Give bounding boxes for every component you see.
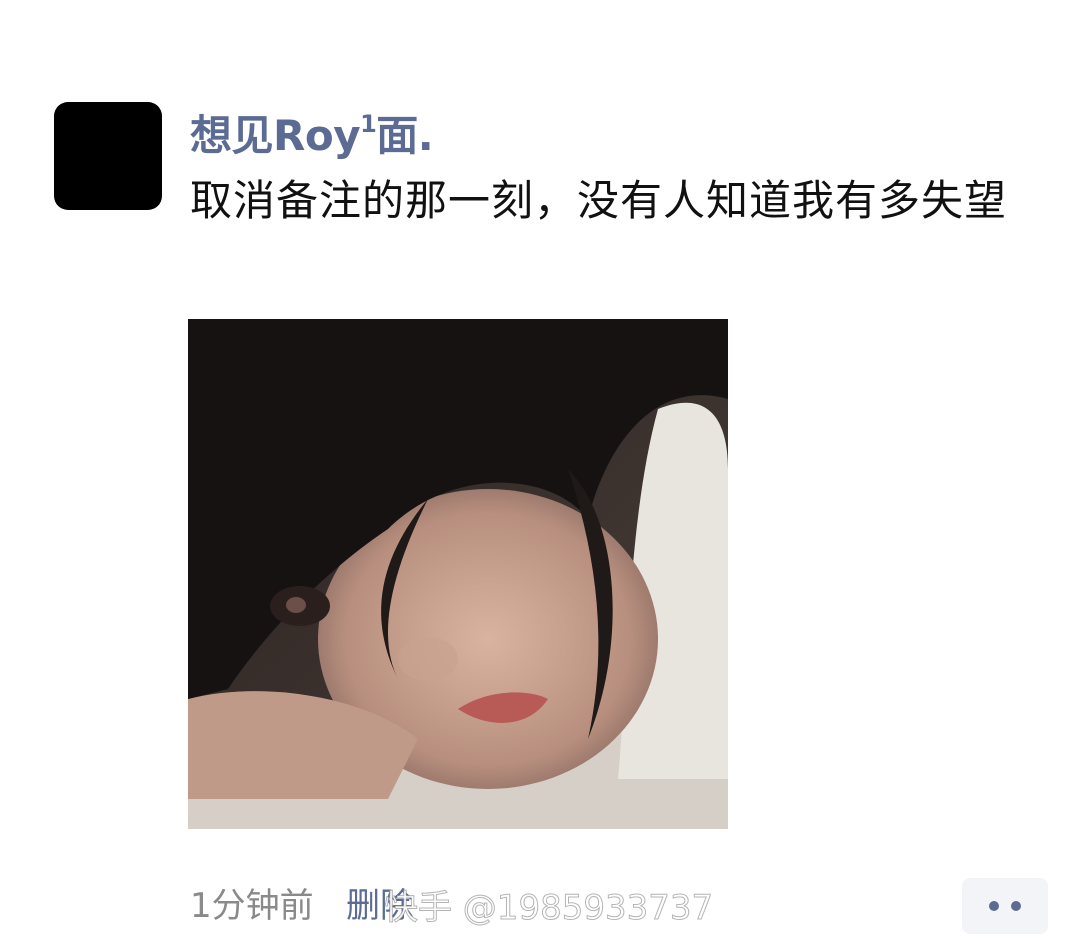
avatar[interactable] bbox=[54, 102, 162, 210]
post-username[interactable]: 想见Roy1面. bbox=[190, 108, 434, 164]
username-main: 想见Roy bbox=[190, 111, 361, 160]
watermark-text: 快手 @1985933737 bbox=[383, 888, 714, 929]
more-dots-icon bbox=[989, 901, 999, 911]
delete-link[interactable]: 删除 bbox=[346, 884, 414, 928]
username-tail: 面. bbox=[376, 111, 434, 160]
post-timestamp: 1分钟前 bbox=[190, 886, 314, 926]
more-button[interactable] bbox=[962, 878, 1048, 934]
username-superscript: 1 bbox=[360, 110, 377, 138]
photo-illustration bbox=[188, 319, 728, 829]
post-text: 取消备注的那一刻，没有人知道我有多失望 bbox=[190, 176, 1008, 225]
post-image[interactable] bbox=[188, 319, 728, 829]
more-dots-icon bbox=[1011, 901, 1021, 911]
